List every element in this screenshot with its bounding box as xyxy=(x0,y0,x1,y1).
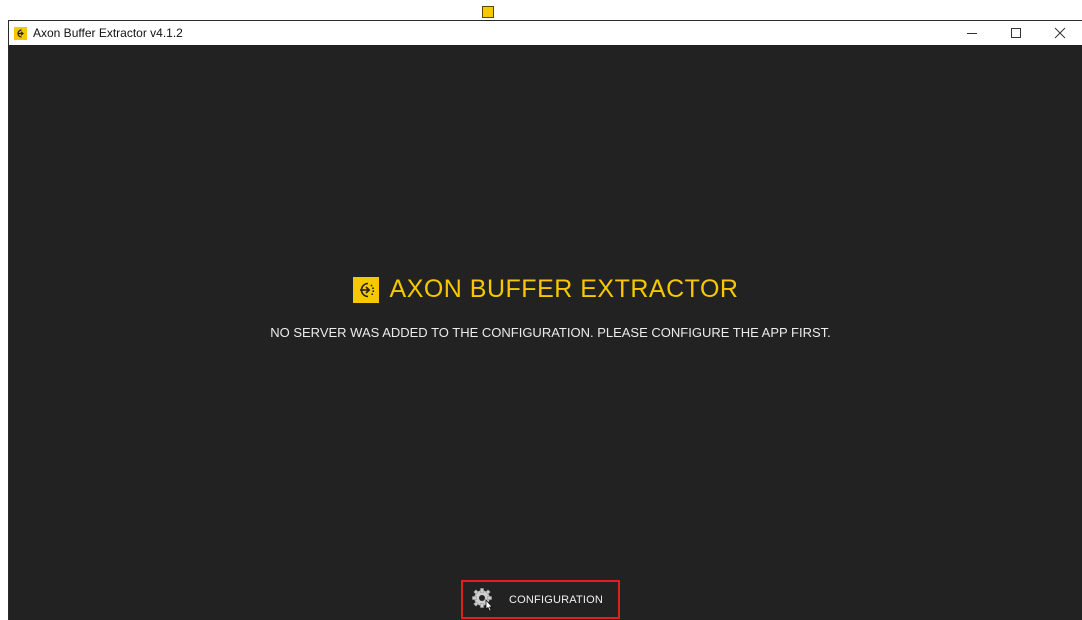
maximize-button[interactable] xyxy=(994,21,1038,45)
brand-header: AXON BUFFER EXTRACTOR xyxy=(9,275,1082,304)
gear-icon xyxy=(471,587,497,613)
configuration-button[interactable]: CONFIGURATION xyxy=(461,580,620,619)
window-title: Axon Buffer Extractor v4.1.2 xyxy=(33,26,183,40)
minimize-icon xyxy=(967,33,977,34)
app-window: Axon Buffer Extractor v4.1.2 AXON BUFFER… xyxy=(8,20,1082,620)
app-logo-svg xyxy=(17,28,24,38)
title-bar[interactable]: Axon Buffer Extractor v4.1.2 xyxy=(9,21,1082,45)
close-icon xyxy=(1054,27,1066,39)
app-logo-icon xyxy=(14,26,27,40)
minimize-button[interactable] xyxy=(950,21,994,45)
maximize-icon xyxy=(1011,28,1021,38)
window-controls xyxy=(950,21,1082,45)
brand-logo-svg xyxy=(359,282,374,297)
app-taskbar-icon[interactable] xyxy=(482,6,494,18)
brand-logo-icon xyxy=(352,276,379,303)
configuration-label: CONFIGURATION xyxy=(509,593,604,606)
status-message: NO SERVER WAS ADDED TO THE CONFIGURATION… xyxy=(270,325,831,340)
close-button[interactable] xyxy=(1038,21,1082,45)
brand-title: AXON BUFFER EXTRACTOR xyxy=(389,275,739,303)
screen: Axon Buffer Extractor v4.1.2 AXON BUFFER… xyxy=(0,0,1082,620)
main-content: AXON BUFFER EXTRACTOR NO SERVER WAS ADDE… xyxy=(9,45,1082,620)
gear-svg xyxy=(472,587,494,612)
